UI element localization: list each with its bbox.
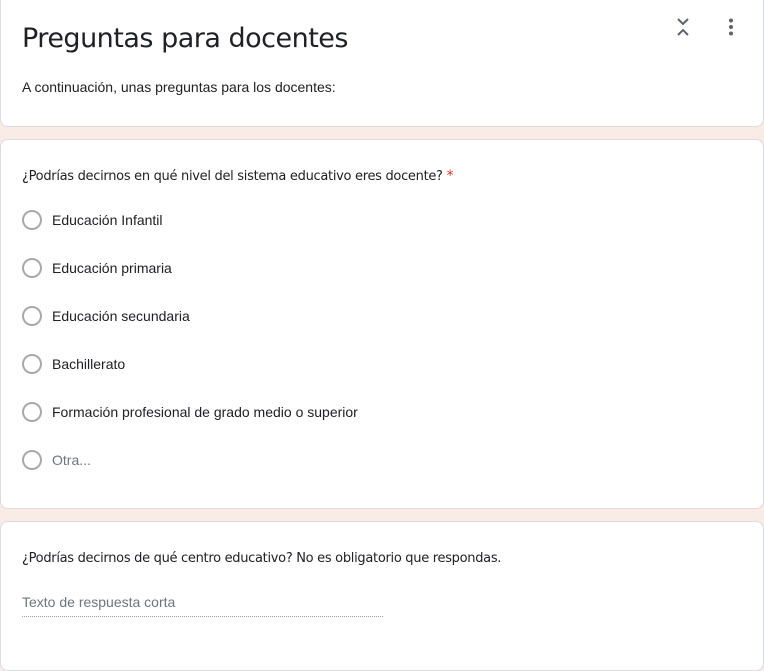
radio-button[interactable]: [22, 210, 42, 230]
question-card-school: ¿Podrías decirnos de qué centro educativ…: [0, 521, 764, 671]
option-bachillerato[interactable]: Bachillerato: [22, 352, 358, 400]
more-options-button[interactable]: [717, 13, 745, 41]
option-educacion-infantil[interactable]: Educación Infantil: [22, 208, 358, 256]
option-otra[interactable]: Otra...: [22, 448, 358, 496]
question-card-level: ¿Podrías decirnos en qué nivel del siste…: [0, 139, 764, 509]
option-label: Educación secundaria: [52, 308, 190, 324]
required-marker: *: [446, 168, 454, 184]
radio-button[interactable]: [22, 450, 42, 470]
question-title: ¿Podrías decirnos en qué nivel del siste…: [22, 168, 454, 184]
radio-button[interactable]: [22, 306, 42, 326]
section-title: Preguntas para docentes: [22, 23, 348, 54]
question-title-text: ¿Podrías decirnos en qué nivel del siste…: [22, 169, 443, 184]
unfold-less-icon: [677, 18, 689, 36]
option-educacion-primaria[interactable]: Educación primaria: [22, 256, 358, 304]
short-answer-input[interactable]: [22, 594, 383, 617]
section-header-card: Preguntas para docentes A continuación, …: [0, 0, 764, 127]
option-label: Bachillerato: [52, 356, 126, 372]
option-label: Educación primaria: [52, 260, 172, 276]
more-vert-icon: [729, 18, 733, 36]
radio-button[interactable]: [22, 258, 42, 278]
option-label-other: Otra...: [52, 452, 91, 468]
option-educacion-secundaria[interactable]: Educación secundaria: [22, 304, 358, 352]
section-description: A continuación, unas preguntas para los …: [22, 79, 336, 95]
radio-options-list: Educación Infantil Educación primaria Ed…: [22, 208, 358, 496]
collapse-section-button[interactable]: [669, 13, 697, 41]
radio-button[interactable]: [22, 402, 42, 422]
question-title: ¿Podrías decirnos de qué centro educativ…: [22, 551, 502, 566]
option-formacion-profesional[interactable]: Formación profesional de grado medio o s…: [22, 400, 358, 448]
option-label: Educación Infantil: [52, 212, 163, 228]
option-label: Formación profesional de grado medio o s…: [52, 404, 358, 420]
radio-button[interactable]: [22, 354, 42, 374]
